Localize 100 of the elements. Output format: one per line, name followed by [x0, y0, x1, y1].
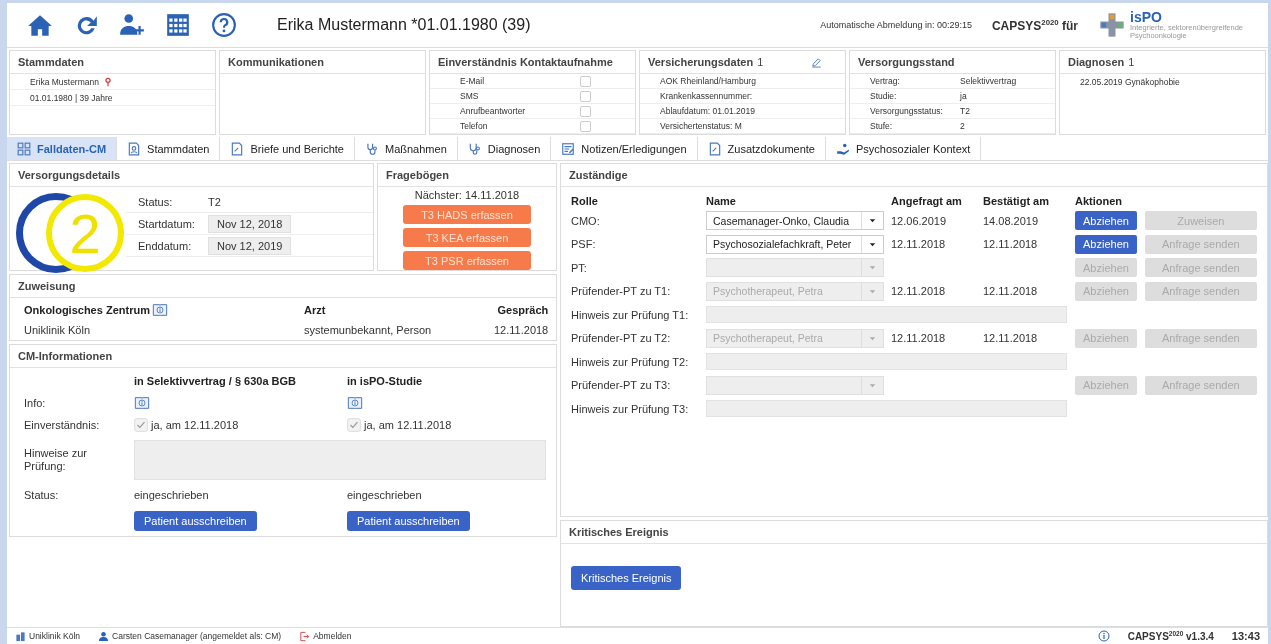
diagnosis-entry: 22.05.2019 Gynäkophobie — [1080, 77, 1180, 87]
insurance-line: Ablaufdatum: 01.01.2019 — [660, 106, 755, 116]
row-label: Hinweise zur Prüfung: — [24, 446, 88, 474]
row-label: PSF: — [571, 237, 597, 253]
column-header: Onkologisches Zentrum — [24, 304, 150, 316]
date-field[interactable]: Nov 12, 2018 — [208, 214, 292, 233]
column-header: Rolle — [571, 194, 599, 209]
panel-title: Zuständige — [569, 169, 628, 181]
discharge-button[interactable]: Patient ausschreiben — [134, 511, 257, 531]
brand-text: CAPSYS$^{2020}$ für — [991, 17, 1078, 33]
column-header: in isPO-Studie — [347, 374, 424, 389]
table-cell-text: 12.11.2018 — [983, 284, 1039, 300]
field-value: ja — [960, 91, 968, 101]
panel-title: Einverständnis Kontaktaufnahme — [438, 56, 613, 68]
checkbox-label: E-Mail — [460, 76, 486, 86]
field-label: Stufe: — [870, 121, 894, 131]
field-label: Enddatum: — [138, 239, 193, 252]
note-field[interactable] — [706, 353, 1067, 371]
panel-title: Kritisches Ereignis — [569, 526, 669, 538]
note-field[interactable] — [706, 400, 1067, 418]
name-dropdown[interactable]: Psychosozialefachkraft, Peter — [706, 234, 884, 254]
insurance-line: Versichertenstatus: M — [660, 121, 742, 131]
checkbox[interactable] — [580, 75, 591, 87]
note-field[interactable] — [706, 306, 1067, 324]
table-cell-text: systemunbekannt, Person — [304, 324, 433, 336]
panel-title: Diagnosen — [1068, 56, 1125, 68]
user-icon — [98, 630, 110, 642]
consent-text: ja, am 12.11.2018 — [151, 419, 239, 431]
row-label: Einverständnis: — [24, 418, 101, 433]
table-cell-text: 14.08.2019 — [983, 213, 1040, 229]
table-cell-text: 12.11.2018 — [983, 237, 1039, 253]
count: 1 — [1128, 56, 1135, 68]
checkbox[interactable] — [580, 105, 591, 117]
birth-date: 01.01.1980 | 39 Jahre — [30, 92, 113, 103]
table-cell-text: 12.11.2018 — [983, 331, 1039, 347]
consent-text: ja, am 12.11.2018 — [364, 419, 452, 431]
info-icon[interactable] — [1097, 630, 1110, 642]
name-dropdown[interactable]: Casemanager-Onko, Claudia — [706, 211, 884, 231]
calendar-icon[interactable] — [165, 12, 191, 38]
female-icon — [102, 76, 113, 87]
document-icon — [707, 141, 722, 156]
row-label: Hinweis zur Prüfung T3: — [571, 401, 690, 417]
logout-link[interactable]: Abmelden — [313, 631, 352, 641]
table-cell-text: 12.06.2019 — [891, 213, 948, 229]
logo-text: isPO — [1130, 9, 1163, 24]
tab[interactable]: Falldaten-CM — [7, 137, 118, 160]
status-value: eingeschrieben — [134, 488, 210, 503]
critical-event-button[interactable]: Kritisches Ereignis — [571, 566, 682, 590]
column-header: Bestätigt am — [983, 194, 1051, 209]
row-label: Info: — [24, 396, 47, 411]
date-field[interactable]: Nov 12, 2019 — [208, 236, 292, 255]
checkbox[interactable] — [580, 120, 591, 132]
column-header: in Selektivvertrag / § 630a BGB — [134, 374, 298, 389]
panel-title: Versorgungsdetails — [18, 169, 121, 181]
info-icon[interactable] — [134, 395, 150, 411]
clock-time: 13:43 — [1231, 630, 1260, 642]
notes-field[interactable] — [134, 440, 546, 480]
panel-title: Versorgungsstand — [858, 56, 955, 68]
table-cell-text: 12.11.2018 — [891, 284, 947, 300]
document-icon — [230, 141, 245, 156]
info-icon[interactable] — [151, 302, 168, 318]
panel-title: Versicherungsdaten — [648, 56, 754, 68]
row-label: Hinweis zur Prüfung T2: — [571, 354, 690, 370]
row-label: Hinweis zur Prüfung T1: — [571, 307, 690, 323]
field-value: 2 — [960, 121, 966, 131]
count: 1 — [757, 56, 764, 68]
table-cell-text: 12.11.2018 — [891, 331, 947, 347]
column-header: Gespräch — [497, 304, 549, 316]
discharge-button[interactable]: Patient ausschreiben — [347, 511, 470, 531]
user-text: Carsten Casemanager (angemeldet als: CM) — [112, 631, 282, 641]
stage-badge: 2 — [46, 194, 124, 272]
info-icon[interactable] — [347, 395, 363, 411]
row-label: PT: — [571, 260, 588, 276]
column-header: Name — [706, 194, 737, 209]
row-label: CMO: — [571, 213, 601, 229]
next-date: Nächster: 14.11.2018 — [414, 189, 520, 201]
edit-icon[interactable] — [811, 56, 823, 68]
action-button[interactable]: Abziehen — [1075, 211, 1137, 231]
row-label: Prüfender-PT zu T3: — [571, 378, 672, 394]
table-cell-text: Uniklinik Köln — [24, 324, 92, 336]
action-button[interactable]: Abziehen — [1075, 234, 1137, 254]
row-label: Status: — [24, 488, 60, 503]
column-header: Arzt — [304, 304, 326, 316]
checkbox-label: SMS — [460, 91, 480, 101]
add-user-icon[interactable] — [119, 12, 145, 38]
field-label: Studie: — [870, 91, 898, 101]
version-text: CAPSYS$^{2020}$ v1.3.4 — [1127, 629, 1214, 643]
row-label: Prüfender-PT zu T2: — [571, 331, 672, 347]
column-header: Aktionen — [1075, 194, 1124, 209]
checkbox-label: Telefon — [460, 121, 489, 131]
clinic-link[interactable]: Uniklinik Köln — [29, 631, 81, 641]
checkbox[interactable] — [580, 90, 591, 102]
stethoscope-icon — [467, 141, 482, 156]
logout-icon — [299, 630, 311, 642]
field-label: Vertrag: — [870, 76, 901, 86]
help-icon[interactable] — [211, 12, 237, 38]
table-cell-text: 12.11.2018 — [891, 237, 947, 253]
hand-icon — [836, 141, 850, 156]
logout-timer: Automatische Abmeldung in: 00:29:15 — [820, 20, 972, 30]
column-header: Angefragt am — [891, 194, 963, 209]
